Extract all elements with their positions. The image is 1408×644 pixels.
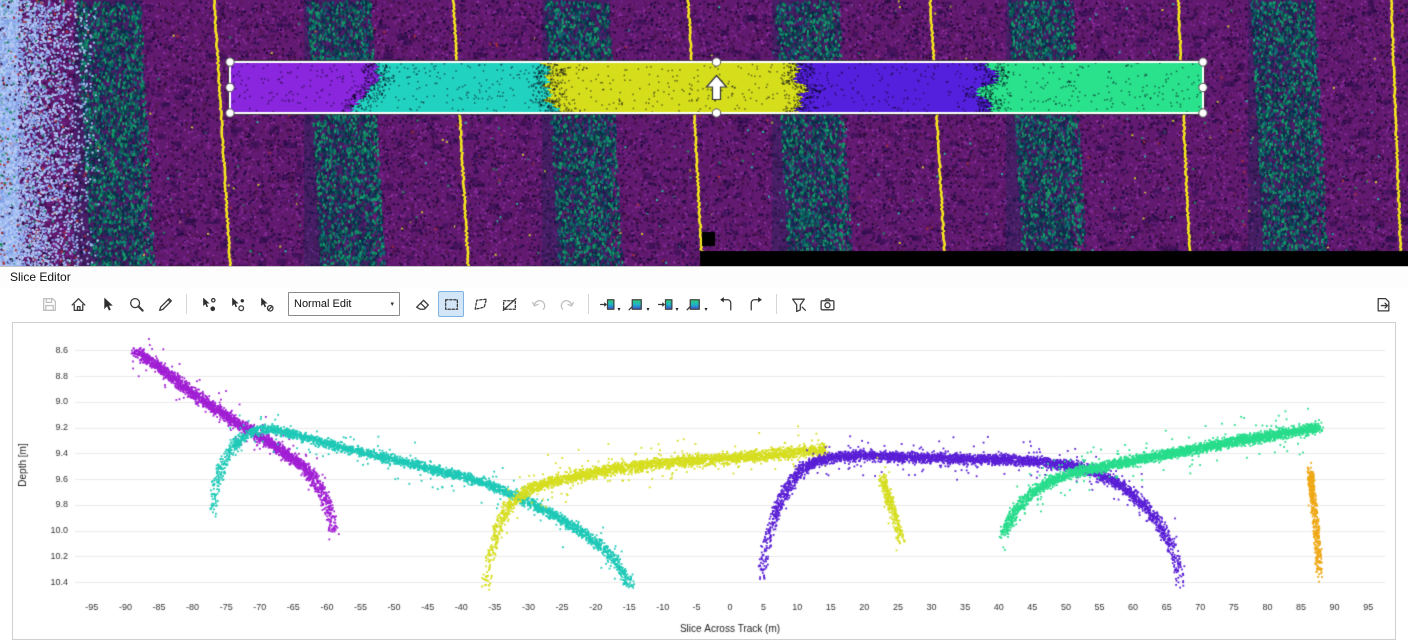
chevron-down-icon: ▾	[674, 307, 678, 316]
undo-button[interactable]	[525, 291, 551, 317]
cursor-reject-icon	[258, 296, 275, 313]
home-button[interactable]	[65, 291, 91, 317]
select-reject-tool-button[interactable]	[253, 291, 279, 317]
cursor-accept-icon	[229, 296, 246, 313]
rect-select-icon	[443, 296, 460, 313]
rectangle-select-tool-button[interactable]	[438, 291, 464, 317]
pointer-tool-button[interactable]	[94, 291, 120, 317]
redo-icon	[559, 296, 576, 313]
reject-colormap-picker-button[interactable]: ▾	[684, 291, 710, 317]
slice-editor-panel: Slice Editor Normal Edit ▾ ▾ ▾ ▾ ▾	[0, 266, 1408, 644]
turn-right-icon	[747, 296, 764, 313]
pick-point-tool-button[interactable]	[195, 291, 221, 317]
accept-colormap-icon	[599, 296, 616, 313]
export-icon	[1375, 296, 1392, 313]
camera-icon	[819, 296, 836, 313]
slice-depth-scatter-chart[interactable]	[13, 323, 1395, 639]
application-window: Slice Editor Normal Edit ▾ ▾ ▾ ▾ ▾	[0, 0, 1408, 641]
filter-tool-button[interactable]	[785, 291, 811, 317]
zoom-icon	[128, 296, 145, 313]
accept-selection-button[interactable]: ▾	[597, 291, 623, 317]
turn-left-icon	[718, 296, 735, 313]
home-icon	[70, 296, 87, 313]
chevron-down-icon: ▾	[390, 300, 394, 308]
accept-colormap-icon	[657, 296, 674, 313]
lasso-select-icon	[501, 296, 518, 313]
lasso-select-tool-button[interactable]	[496, 291, 522, 317]
snapshot-button[interactable]	[814, 291, 840, 317]
eraser-icon	[414, 296, 431, 313]
zoom-tool-button[interactable]	[123, 291, 149, 317]
undo-icon	[530, 296, 547, 313]
panel-title: Slice Editor	[0, 267, 1408, 288]
chevron-down-icon: ▾	[703, 307, 707, 316]
filter-icon	[790, 296, 807, 313]
pick-cursor-icon	[200, 296, 217, 313]
chevron-down-icon: ▾	[616, 307, 620, 316]
edit-tool-button[interactable]	[152, 291, 178, 317]
toolbar-separator	[776, 294, 777, 314]
save-button[interactable]	[36, 291, 62, 317]
pointer-icon	[99, 296, 116, 313]
accept-colormap-picker-button[interactable]: ▾	[626, 291, 652, 317]
reject-selection-button[interactable]: ▾	[655, 291, 681, 317]
colormap-icon	[628, 296, 645, 313]
rotate-slice-right-button[interactable]	[742, 291, 768, 317]
select-accept-tool-button[interactable]	[224, 291, 250, 317]
export-panel-button[interactable]	[1370, 291, 1396, 317]
sonar-waterfall-view[interactable]	[0, 0, 1408, 266]
colormap-icon	[686, 296, 703, 313]
edit-mode-value: Normal Edit	[294, 298, 351, 310]
redo-button[interactable]	[554, 291, 580, 317]
toolbar-separator	[588, 294, 589, 314]
rotate-slice-left-button[interactable]	[713, 291, 739, 317]
eraser-tool-button[interactable]	[409, 291, 435, 317]
polygon-select-icon	[472, 296, 489, 313]
slice-editor-toolbar: Normal Edit ▾ ▾ ▾ ▾ ▾	[0, 288, 1408, 320]
polygon-select-tool-button[interactable]	[467, 291, 493, 317]
edit-mode-dropdown[interactable]: Normal Edit ▾	[288, 292, 400, 316]
chevron-down-icon: ▾	[645, 307, 649, 316]
save-icon	[41, 296, 58, 313]
toolbar-separator	[186, 294, 187, 314]
pencil-icon	[157, 296, 174, 313]
slice-chart-container	[12, 322, 1396, 640]
